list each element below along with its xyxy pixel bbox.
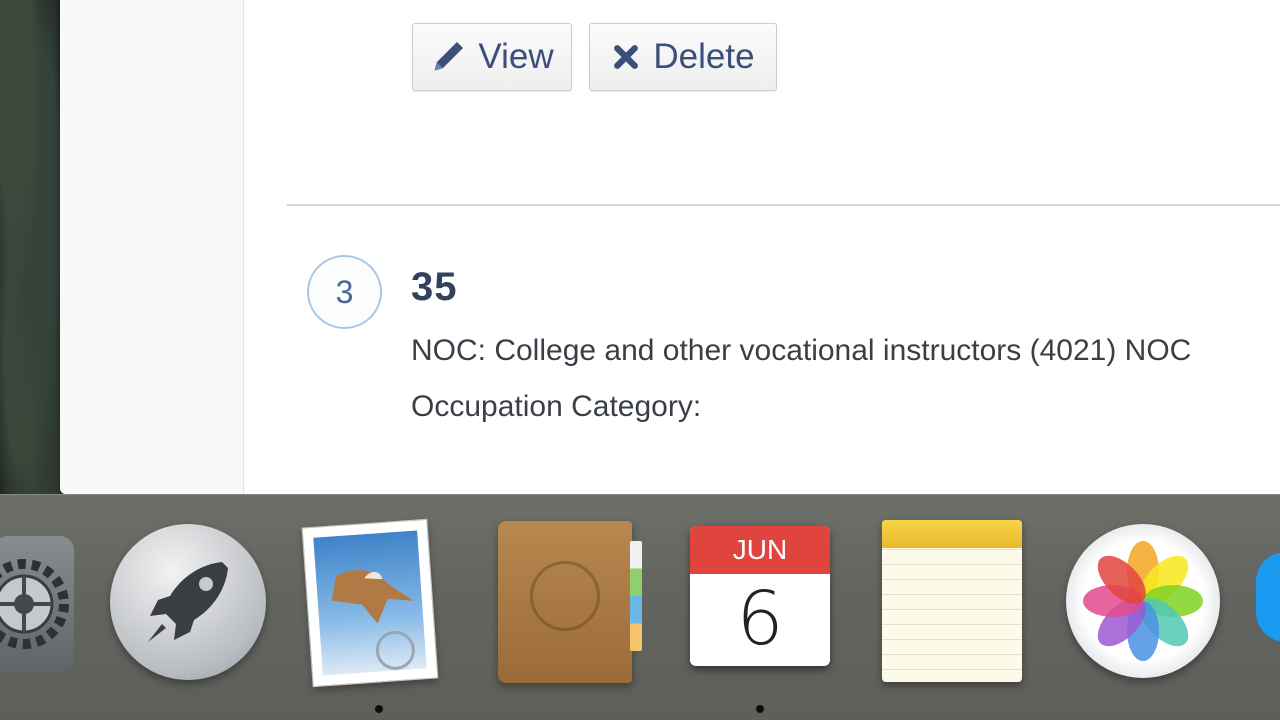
mail-stamp-image (313, 530, 427, 676)
noc-description: NOC: College and other vocational instru… (411, 334, 1192, 367)
close-icon (611, 42, 641, 72)
launchpad-icon[interactable] (110, 524, 266, 680)
calendar-icon[interactable]: JUN 6 (690, 526, 830, 666)
browser-window: View Delete 3 35 NOC: College and other … (60, 0, 1280, 494)
calendar-day: 6 (736, 576, 784, 662)
item-title[interactable]: 35 (411, 265, 458, 310)
list-divider (287, 204, 1280, 206)
contacts-icon[interactable] (498, 521, 642, 683)
contacts-tabs (630, 541, 642, 651)
contacts-person-icon (530, 561, 600, 631)
view-button[interactable]: View (412, 23, 572, 91)
photos-flower (1083, 541, 1203, 661)
left-sidebar (60, 0, 244, 494)
calendar-month: JUN (690, 526, 830, 574)
item-number-badge: 3 (307, 255, 382, 329)
view-button-label: View (478, 37, 554, 76)
delete-button[interactable]: Delete (589, 23, 777, 91)
calendar-running-indicator (756, 705, 764, 713)
pencil-icon (430, 39, 466, 75)
notes-header-bar (882, 520, 1022, 548)
photos-icon[interactable] (1066, 524, 1220, 678)
mail-running-indicator (375, 705, 383, 713)
occupation-category-label: Occupation Category: (411, 390, 702, 423)
delete-button-label: Delete (653, 37, 755, 76)
notes-icon[interactable] (882, 520, 1022, 682)
mail-icon[interactable] (301, 518, 439, 688)
system-preferences-icon[interactable] (0, 536, 74, 674)
